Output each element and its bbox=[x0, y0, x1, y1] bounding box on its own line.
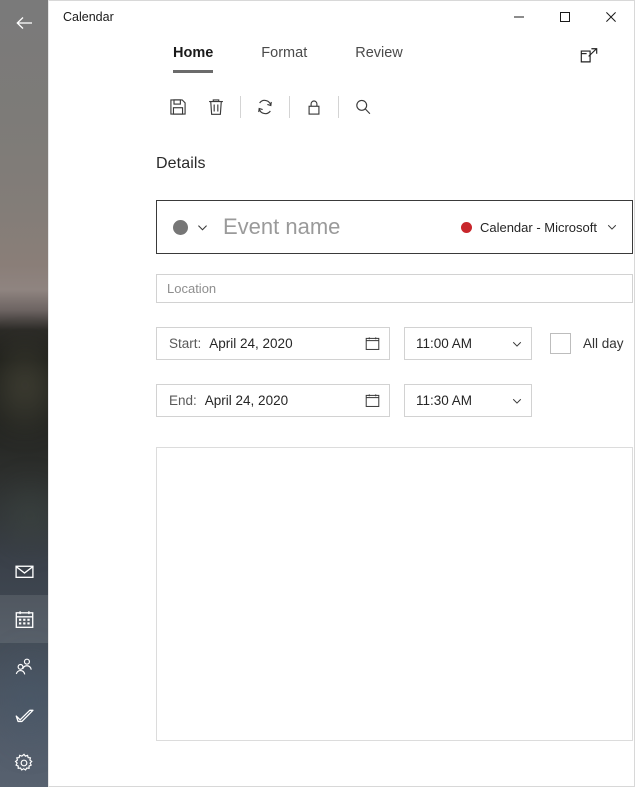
location-input[interactable]: Location bbox=[156, 274, 633, 303]
back-arrow-icon bbox=[13, 12, 35, 34]
save-button[interactable] bbox=[159, 90, 197, 124]
search-icon bbox=[353, 97, 373, 117]
window-controls bbox=[496, 1, 634, 33]
window-titlebar: Calendar bbox=[49, 1, 634, 33]
calendar-icon bbox=[14, 609, 35, 630]
start-time-chevron-down-icon bbox=[511, 338, 523, 350]
window-title: Calendar bbox=[63, 10, 114, 24]
open-in-new-window-button[interactable] bbox=[574, 41, 604, 71]
calendar-color-dot bbox=[460, 221, 472, 233]
tab-review[interactable]: Review bbox=[355, 45, 403, 69]
back-button[interactable] bbox=[0, 0, 48, 46]
close-icon bbox=[605, 11, 617, 23]
delete-button[interactable] bbox=[197, 90, 235, 124]
repeat-recurrence-icon bbox=[255, 97, 275, 117]
maximize-button[interactable] bbox=[542, 1, 588, 33]
event-category-color-dot[interactable] bbox=[173, 219, 188, 235]
minimize-icon bbox=[513, 11, 525, 23]
start-date-label: Start: bbox=[169, 336, 202, 351]
start-time-value: 11:00 AM bbox=[416, 336, 473, 351]
event-form: Event name Calendar - Microsoft Location… bbox=[156, 200, 633, 741]
tab-home[interactable]: Home bbox=[173, 45, 214, 73]
command-separator bbox=[240, 96, 241, 118]
event-name-row: Event name Calendar - Microsoft bbox=[156, 200, 633, 254]
end-date-label: End: bbox=[169, 393, 197, 408]
event-editor-pane: Calendar Home Format Review Details Even… bbox=[48, 0, 635, 787]
open-in-new-window-icon bbox=[578, 45, 600, 67]
calendar-event-window: Calendar Home Format Review Details Even… bbox=[0, 0, 635, 787]
calendar-picker-icon[interactable] bbox=[364, 392, 381, 409]
page-title: Details bbox=[156, 155, 206, 172]
start-date-field[interactable]: Start: April 24, 2020 bbox=[156, 327, 390, 360]
end-time-value: 11:30 AM bbox=[416, 393, 473, 408]
end-time-field[interactable]: 11:30 AM bbox=[404, 384, 532, 417]
app-navigation-rail bbox=[0, 0, 48, 787]
lock-private-icon bbox=[304, 97, 324, 117]
minimize-button[interactable] bbox=[496, 1, 542, 33]
sidebar-item-settings[interactable] bbox=[0, 739, 48, 787]
end-date-field[interactable]: End: April 24, 2020 bbox=[156, 384, 390, 417]
ribbon-commandbar bbox=[159, 89, 634, 125]
tab-format[interactable]: Format bbox=[261, 45, 307, 69]
maximize-icon bbox=[559, 11, 571, 23]
sidebar-item-people[interactable] bbox=[0, 643, 48, 691]
event-name-input[interactable]: Event name bbox=[223, 214, 451, 240]
end-time-chevron-down-icon bbox=[511, 395, 523, 407]
sidebar-item-calendar[interactable] bbox=[0, 595, 48, 643]
start-date-value: April 24, 2020 bbox=[209, 336, 293, 351]
search-button[interactable] bbox=[344, 90, 382, 124]
end-date-value: April 24, 2020 bbox=[204, 393, 289, 408]
private-button[interactable] bbox=[295, 90, 333, 124]
end-datetime-row: End: April 24, 2020 11:30 AM bbox=[156, 384, 633, 417]
all-day-toggle[interactable]: All day bbox=[550, 333, 624, 354]
calendar-selector-label: Calendar - Microsoft bbox=[479, 219, 597, 235]
rail-items bbox=[0, 547, 48, 787]
mail-icon bbox=[14, 561, 35, 582]
save-icon bbox=[168, 97, 188, 117]
rail-background-blur-1 bbox=[0, 330, 48, 440]
tasks-checkmark-icon bbox=[13, 704, 36, 727]
all-day-checkbox[interactable] bbox=[550, 333, 571, 354]
sidebar-item-tasks[interactable] bbox=[0, 691, 48, 739]
calendar-selector-chevron-down-icon bbox=[606, 221, 618, 233]
people-icon bbox=[13, 656, 35, 678]
calendar-selector[interactable]: Calendar - Microsoft bbox=[451, 220, 618, 235]
settings-gear-icon bbox=[13, 752, 35, 774]
command-separator bbox=[338, 96, 339, 118]
ribbon-tabs: Home Format Review bbox=[173, 45, 451, 73]
sidebar-item-mail[interactable] bbox=[0, 547, 48, 595]
command-separator bbox=[289, 96, 290, 118]
event-notes-editor[interactable] bbox=[156, 447, 633, 741]
event-category-chevron-down-icon[interactable] bbox=[196, 221, 209, 234]
delete-trash-icon bbox=[206, 97, 226, 117]
calendar-picker-icon[interactable] bbox=[364, 335, 381, 352]
ribbon-tabstrip: Home Format Review bbox=[49, 33, 634, 75]
start-datetime-row: Start: April 24, 2020 11:00 AM All day bbox=[156, 327, 633, 360]
repeat-button[interactable] bbox=[246, 90, 284, 124]
close-button[interactable] bbox=[588, 1, 634, 33]
start-time-field[interactable]: 11:00 AM bbox=[404, 327, 532, 360]
all-day-label: All day bbox=[583, 336, 624, 351]
